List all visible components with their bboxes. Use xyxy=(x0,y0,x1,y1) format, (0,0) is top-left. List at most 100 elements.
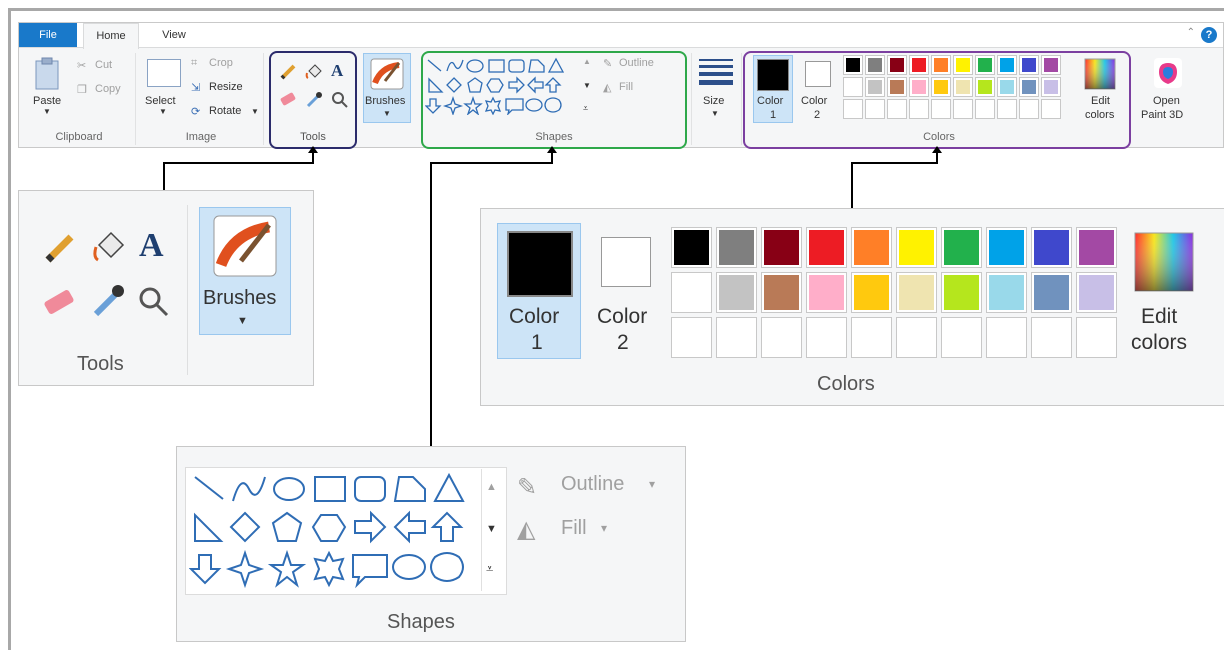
palette-empty-slot[interactable] xyxy=(887,99,907,119)
pencil-icon[interactable] xyxy=(279,63,297,81)
fill-dropdown-icon[interactable]: ▾ xyxy=(601,521,607,535)
palette-swatch[interactable] xyxy=(997,77,1017,97)
shapes-scroll-down-icon[interactable]: ▼ xyxy=(486,523,497,535)
magnifier-icon[interactable] xyxy=(331,91,349,109)
palette-empty-slot[interactable] xyxy=(716,317,757,358)
shapes-scroll-up-icon[interactable]: ▲ xyxy=(486,481,497,493)
color2-swatch[interactable] xyxy=(601,237,651,287)
palette-empty-slot[interactable] xyxy=(896,317,937,358)
edit-colors-label-2[interactable]: colors xyxy=(1085,109,1114,121)
palette-swatch[interactable] xyxy=(1031,272,1072,313)
palette-swatch[interactable] xyxy=(1076,272,1117,313)
shapes-expand-icon[interactable]: ⩡ xyxy=(486,561,493,577)
select-dropdown-icon[interactable]: ▼ xyxy=(159,107,167,116)
palette-swatch[interactable] xyxy=(865,55,885,75)
shapes-gallery[interactable] xyxy=(425,57,583,115)
palette-swatch[interactable] xyxy=(887,55,907,75)
palette-swatch[interactable] xyxy=(1019,55,1039,75)
palette-swatch[interactable] xyxy=(806,272,847,313)
palette-empty-slot[interactable] xyxy=(931,99,951,119)
palette-swatch[interactable] xyxy=(671,227,712,268)
palette-swatch[interactable] xyxy=(975,55,995,75)
fill-bucket-icon[interactable] xyxy=(91,229,127,265)
palette-empty-slot[interactable] xyxy=(806,317,847,358)
palette-swatch[interactable] xyxy=(975,77,995,97)
palette-swatch[interactable] xyxy=(761,272,802,313)
palette-swatch[interactable] xyxy=(941,272,982,313)
palette-swatch[interactable] xyxy=(931,55,951,75)
shapes-scroll-up-icon[interactable]: ▲ xyxy=(583,57,591,66)
palette-swatch[interactable] xyxy=(806,227,847,268)
text-tool-icon[interactable]: A xyxy=(139,227,164,265)
open-paint3d-line1[interactable]: Open xyxy=(1153,95,1180,107)
palette-empty-slot[interactable] xyxy=(975,99,995,119)
shapes-gallery[interactable] xyxy=(189,471,495,589)
palette-empty-slot[interactable] xyxy=(1041,99,1061,119)
brushes-dropdown-icon[interactable]: ▼ xyxy=(237,315,248,327)
palette-swatch[interactable] xyxy=(671,272,712,313)
brushes-dropdown-icon[interactable]: ▼ xyxy=(383,109,391,118)
fill-bucket-icon[interactable] xyxy=(305,63,323,81)
palette-empty-slot[interactable] xyxy=(1076,317,1117,358)
palette-swatch[interactable] xyxy=(909,77,929,97)
help-icon[interactable]: ? xyxy=(1201,27,1217,43)
fill-button[interactable]: Fill xyxy=(619,81,633,93)
resize-button[interactable]: Resize xyxy=(209,81,243,93)
size-button[interactable]: Size xyxy=(703,95,724,107)
palette-swatch[interactable] xyxy=(716,272,757,313)
palette-swatch[interactable] xyxy=(1031,227,1072,268)
palette-swatch[interactable] xyxy=(986,227,1027,268)
palette-swatch[interactable] xyxy=(1041,77,1061,97)
palette-swatch[interactable] xyxy=(1019,77,1039,97)
palette-empty-slot[interactable] xyxy=(865,99,885,119)
palette-empty-slot[interactable] xyxy=(843,99,863,119)
palette-swatch[interactable] xyxy=(1076,227,1117,268)
fill-button[interactable]: Fill xyxy=(561,517,587,540)
edit-colors-label-1[interactable]: Edit xyxy=(1141,305,1177,329)
shapes-scroll-down-icon[interactable]: ▼ xyxy=(583,81,591,90)
palette-swatch[interactable] xyxy=(896,272,937,313)
palette-empty-slot[interactable] xyxy=(671,317,712,358)
eraser-icon[interactable] xyxy=(41,287,77,317)
palette-empty-slot[interactable] xyxy=(997,99,1017,119)
palette-empty-slot[interactable] xyxy=(941,317,982,358)
palette-swatch[interactable] xyxy=(953,55,973,75)
palette-swatch[interactable] xyxy=(843,55,863,75)
palette-swatch[interactable] xyxy=(986,272,1027,313)
tab-home[interactable]: Home xyxy=(83,23,139,49)
palette-swatch[interactable] xyxy=(843,77,863,97)
paste-button[interactable]: Paste xyxy=(33,95,61,107)
eraser-icon[interactable] xyxy=(279,91,297,107)
outline-dropdown-icon[interactable]: ▾ xyxy=(649,477,655,491)
text-tool-icon[interactable]: A xyxy=(331,61,343,81)
palette-empty-slot[interactable] xyxy=(1019,99,1039,119)
palette-swatch[interactable] xyxy=(865,77,885,97)
palette-swatch[interactable] xyxy=(761,227,802,268)
color-picker-icon[interactable] xyxy=(91,283,127,319)
select-button[interactable]: Select xyxy=(145,95,176,107)
palette-swatch[interactable] xyxy=(931,77,951,97)
palette-empty-slot[interactable] xyxy=(986,317,1027,358)
palette-swatch[interactable] xyxy=(953,77,973,97)
cut-button[interactable]: Cut xyxy=(95,59,112,71)
collapse-ribbon-icon[interactable]: ⌃ xyxy=(1187,27,1195,38)
palette-empty-slot[interactable] xyxy=(909,99,929,119)
outline-button[interactable]: Outline xyxy=(561,473,624,496)
palette-swatch[interactable] xyxy=(716,227,757,268)
outline-button[interactable]: Outline xyxy=(619,57,654,69)
rotate-dropdown-icon[interactable]: ▼ xyxy=(251,107,259,116)
copy-button[interactable]: Copy xyxy=(95,83,121,95)
palette-empty-slot[interactable] xyxy=(1031,317,1072,358)
palette-swatch[interactable] xyxy=(909,55,929,75)
rotate-button[interactable]: Rotate xyxy=(209,105,241,117)
palette-swatch[interactable] xyxy=(851,272,892,313)
palette-swatch[interactable] xyxy=(887,77,907,97)
palette-swatch[interactable] xyxy=(997,55,1017,75)
color-picker-icon[interactable] xyxy=(305,91,323,109)
palette-empty-slot[interactable] xyxy=(953,99,973,119)
edit-colors-label-1[interactable]: Edit xyxy=(1091,95,1110,107)
palette-swatch[interactable] xyxy=(941,227,982,268)
palette-empty-slot[interactable] xyxy=(851,317,892,358)
palette-swatch[interactable] xyxy=(1041,55,1061,75)
palette-empty-slot[interactable] xyxy=(761,317,802,358)
